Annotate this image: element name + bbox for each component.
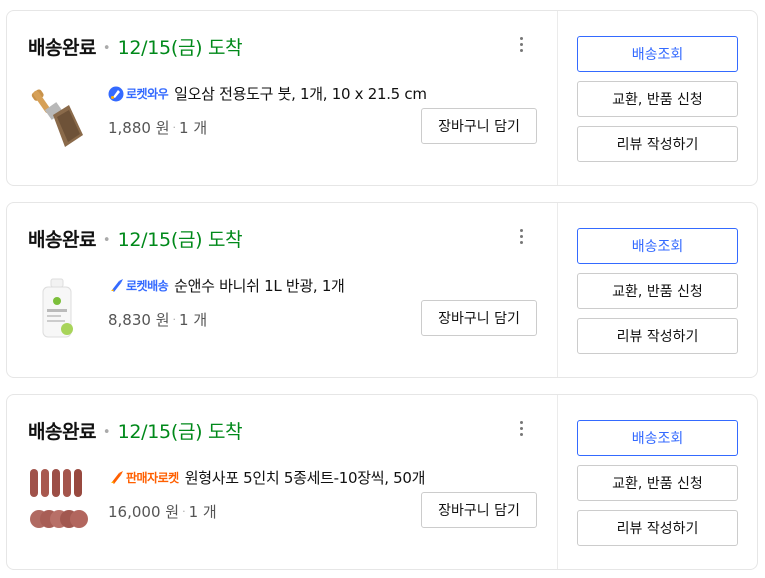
order-actions: 배송조회 교환, 반품 신청 리뷰 작성하기 bbox=[577, 36, 738, 171]
write-review-button[interactable]: 리뷰 작성하기 bbox=[577, 126, 738, 162]
add-to-cart-button[interactable]: 장바구니 담기 bbox=[421, 492, 537, 528]
write-review-button[interactable]: 리뷰 작성하기 bbox=[577, 510, 738, 546]
exchange-return-button[interactable]: 교환, 반품 신청 bbox=[577, 273, 738, 309]
seller-rocket-badge: 판매자로켓 bbox=[108, 469, 179, 486]
product-name[interactable]: 원형사포 5인치 5종세트-10장씩, 50개 bbox=[185, 467, 426, 488]
delivery-status: 배송완료 bbox=[28, 37, 96, 59]
rocket-wow-badge: 로켓와우 bbox=[108, 85, 169, 102]
order-actions: 배송조회 교환, 반품 신청 리뷰 작성하기 bbox=[577, 420, 738, 555]
badge-label: 로켓와우 bbox=[126, 87, 169, 101]
add-to-cart-button[interactable]: 장바구니 담기 bbox=[421, 108, 537, 144]
rocket-seller-icon bbox=[111, 470, 123, 484]
exchange-return-button[interactable]: 교환, 반품 신청 bbox=[577, 465, 738, 501]
order-main: 배송완료 • 12/15(금) 도착 bbox=[7, 203, 557, 377]
sandpaper-discs-thumbnail[interactable] bbox=[29, 469, 88, 533]
delivery-status: 배송완료 bbox=[28, 229, 96, 251]
arrival-date: 12/15(금) 도착 bbox=[117, 37, 243, 59]
quantity: 1 개 bbox=[179, 311, 208, 329]
exchange-return-button[interactable]: 교환, 반품 신청 bbox=[577, 81, 738, 117]
rocket-delivery-badge: 로켓배송 bbox=[108, 277, 169, 294]
badge-label: 로켓배송 bbox=[126, 279, 169, 293]
divider bbox=[557, 395, 558, 569]
order-actions: 배송조회 교환, 반품 신청 리뷰 작성하기 bbox=[577, 228, 738, 363]
separator-dot: • bbox=[102, 425, 111, 440]
price-quantity: 1,880 원 · 1 개 bbox=[108, 119, 208, 137]
write-review-button[interactable]: 리뷰 작성하기 bbox=[577, 318, 738, 354]
product-name[interactable]: 순앤수 바니쉬 1L 반광, 1개 bbox=[174, 275, 345, 296]
rocket-icon bbox=[111, 278, 123, 292]
more-options-icon[interactable] bbox=[513, 229, 529, 251]
add-to-cart-button[interactable]: 장바구니 담기 bbox=[421, 300, 537, 336]
arrival-date: 12/15(금) 도착 bbox=[117, 421, 243, 443]
divider bbox=[557, 203, 558, 377]
product-title-line: 로켓와우 일오삼 전용도구 붓, 1개, 10 x 21.5 cm bbox=[108, 83, 427, 104]
quantity: 1 개 bbox=[188, 503, 217, 521]
more-options-icon[interactable] bbox=[513, 421, 529, 443]
order-header: 배송완료 • 12/15(금) 도착 bbox=[28, 33, 243, 60]
quantity: 1 개 bbox=[179, 119, 208, 137]
price-quantity: 8,830 원 · 1 개 bbox=[108, 311, 208, 329]
separator-dot: • bbox=[102, 233, 111, 248]
paint-brush-thumbnail[interactable] bbox=[29, 85, 85, 149]
order-header: 배송완료 • 12/15(금) 도착 bbox=[28, 225, 243, 252]
delivery-status: 배송완료 bbox=[28, 421, 96, 443]
price: 1,880 원 bbox=[108, 119, 170, 137]
track-delivery-button[interactable]: 배송조회 bbox=[577, 36, 738, 72]
more-options-icon[interactable] bbox=[513, 37, 529, 59]
order-header: 배송완료 • 12/15(금) 도착 bbox=[28, 417, 243, 444]
order-card: 배송완료 • 12/15(금) 도착 bbox=[6, 202, 758, 378]
product-title-line: 로켓배송 순앤수 바니쉬 1L 반광, 1개 bbox=[108, 275, 345, 296]
price-quantity: 16,000 원 · 1 개 bbox=[108, 503, 217, 521]
varnish-bottle-thumbnail[interactable] bbox=[29, 277, 85, 341]
order-card: 배송완료 • 12/15(금) 도착 bbox=[6, 394, 758, 570]
track-delivery-button[interactable]: 배송조회 bbox=[577, 420, 738, 456]
price: 8,830 원 bbox=[108, 311, 170, 329]
order-main: 배송완료 • 12/15(금) 도착 로켓와우 일오삼 전용도구 붓, 1개, … bbox=[7, 11, 557, 185]
order-card: 배송완료 • 12/15(금) 도착 로켓와우 일오삼 전용도구 붓, 1개, … bbox=[6, 10, 758, 186]
order-main: 배송완료 • 12/15(금) 도착 bbox=[7, 395, 557, 569]
track-delivery-button[interactable]: 배송조회 bbox=[577, 228, 738, 264]
product-title-line: 판매자로켓 원형사포 5인치 5종세트-10장씩, 50개 bbox=[108, 467, 425, 488]
rocket-wow-icon bbox=[108, 86, 124, 101]
price: 16,000 원 bbox=[108, 503, 180, 521]
divider bbox=[557, 11, 558, 185]
separator-dot: • bbox=[102, 41, 111, 56]
arrival-date: 12/15(금) 도착 bbox=[117, 229, 243, 251]
badge-label: 판매자로켓 bbox=[126, 471, 179, 485]
product-name[interactable]: 일오삼 전용도구 붓, 1개, 10 x 21.5 cm bbox=[174, 83, 427, 104]
